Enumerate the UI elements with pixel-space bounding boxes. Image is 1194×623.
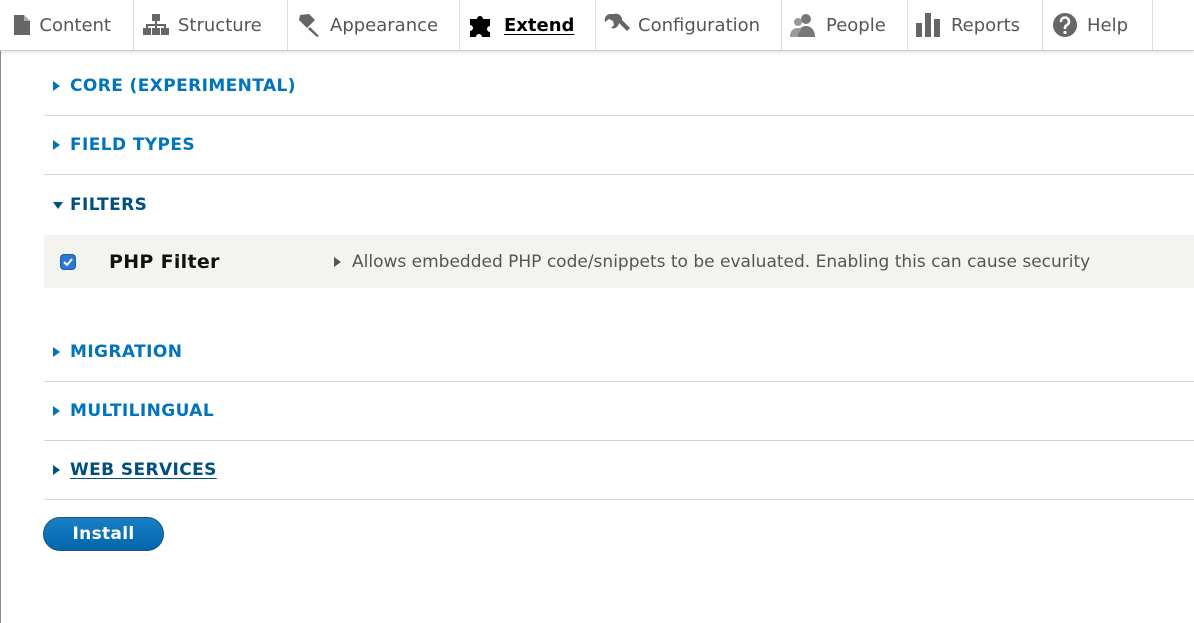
package-filters[interactable]: FILTERS (44, 175, 1194, 235)
tab-configuration[interactable]: Configuration (596, 0, 782, 50)
tab-reports-label: Reports (950, 14, 1020, 36)
collapsed-triangle-icon (53, 465, 63, 475)
package-core-experimental[interactable]: CORE (EXPERIMENTAL) (44, 57, 1194, 116)
admin-toolbar: Content Structure Appearance Extend Conf… (0, 0, 1194, 51)
tab-appearance-label: Appearance (330, 14, 439, 36)
tab-appearance[interactable]: Appearance (288, 0, 460, 50)
tab-configuration-label: Configuration (638, 14, 761, 36)
bar-chart-icon (916, 13, 943, 37)
expanded-triangle-icon (53, 201, 63, 209)
paint-icon (296, 13, 322, 37)
package-title: CORE (EXPERIMENTAL) (70, 76, 296, 96)
package-title: FILTERS (70, 195, 148, 215)
tab-extend[interactable]: Extend (460, 0, 596, 50)
module-description-text: Allows embedded PHP code/snippets to be … (352, 251, 1091, 272)
puzzle-icon (468, 13, 496, 37)
left-edge (0, 0, 1, 623)
install-button[interactable]: Install (43, 517, 164, 551)
package-migration[interactable]: MIGRATION (44, 323, 1194, 382)
tab-people[interactable]: People (782, 0, 908, 50)
module-name: PHP Filter (109, 250, 220, 273)
collapsed-triangle-icon (53, 140, 63, 150)
help-icon (1051, 13, 1079, 37)
sitemap-icon (142, 14, 170, 36)
people-icon (790, 13, 818, 37)
collapsed-triangle-icon (53, 406, 63, 416)
tab-content[interactable]: Content (0, 0, 134, 50)
module-checkbox[interactable] (61, 254, 75, 269)
tab-help[interactable]: Help (1043, 0, 1153, 50)
tab-structure-label: Structure (178, 14, 262, 36)
tab-content-label: Content (39, 14, 111, 36)
wrench-icon (604, 13, 630, 37)
tab-people-label: People (826, 14, 886, 36)
modules-list: CORE (EXPERIMENTAL) FIELD TYPES FILTERS … (44, 57, 1194, 500)
tab-extend-label: Extend (504, 14, 575, 36)
tab-reports[interactable]: Reports (908, 0, 1043, 50)
collapsed-triangle-icon (53, 347, 63, 357)
package-field-types[interactable]: FIELD TYPES (44, 116, 1194, 175)
package-multilingual[interactable]: MULTILINGUAL (44, 382, 1194, 441)
collapsed-triangle-icon (334, 256, 343, 267)
package-title: MIGRATION (70, 342, 183, 362)
tab-structure[interactable]: Structure (134, 0, 288, 50)
package-title: WEB SERVICES (70, 460, 217, 480)
package-title: FIELD TYPES (70, 135, 196, 155)
collapsed-triangle-icon (53, 81, 63, 91)
package-title: MULTILINGUAL (70, 401, 215, 421)
tab-help-label: Help (1087, 14, 1129, 36)
module-row-php-filter: PHP Filter Allows embedded PHP code/snip… (44, 235, 1194, 288)
checkmark-icon (63, 257, 73, 266)
page-icon (12, 15, 31, 35)
package-web-services[interactable]: WEB SERVICES (44, 441, 1194, 500)
module-description[interactable]: Allows embedded PHP code/snippets to be … (334, 252, 1194, 272)
